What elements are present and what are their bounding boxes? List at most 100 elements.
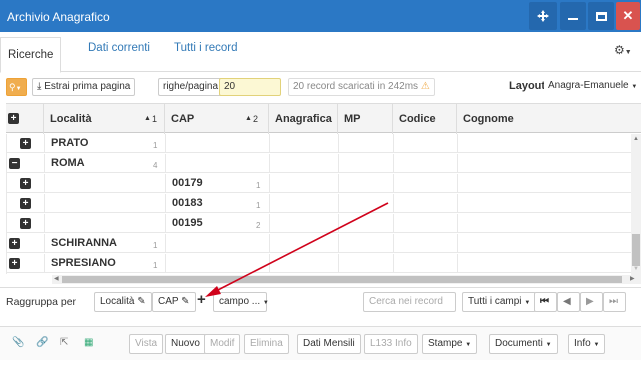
col-localita[interactable]: Località ▲ 1	[44, 104, 165, 134]
documenti-label: Documenti	[495, 338, 543, 349]
modif-button[interactable]: Modif	[204, 334, 241, 354]
download-icon: ⤓	[37, 81, 42, 92]
cell-empty	[339, 234, 394, 253]
l133-info-button[interactable]: L133 Info	[364, 334, 418, 354]
col-cap[interactable]: CAP ▲ 2	[165, 104, 269, 134]
stampe-menu[interactable]: Stampe ▼	[422, 334, 478, 354]
collapse-icon[interactable]: −	[9, 158, 20, 169]
groupby-bar: Raggruppa per Località ✎ CAP ✎ + campo .…	[0, 287, 641, 315]
cell-localita: SPRESIANO 1	[45, 254, 166, 273]
field-select-value: campo ...	[219, 296, 261, 307]
expand-icon[interactable]: +	[20, 198, 31, 209]
row-expand-cell[interactable]: +	[7, 254, 45, 273]
grid-body: + PRATO 1 − ROMA 4 +00179 1 +00183 1 +00195 2 + SCHIR…	[6, 134, 641, 274]
next-page-button[interactable]: ▶	[580, 292, 603, 312]
minimize-icon	[568, 18, 578, 20]
all-fields-select[interactable]: Tutti i campi ▼	[462, 292, 537, 312]
expand-all-header[interactable]: +	[6, 104, 44, 134]
record-search-input[interactable]: Cerca nei record	[363, 292, 456, 312]
row-expand-cell[interactable]: −	[7, 154, 45, 173]
rows-per-page-input[interactable]: 20	[219, 78, 281, 96]
info-menu[interactable]: Info ▼	[568, 334, 606, 354]
dati-mensili-button[interactable]: Dati Mensili	[297, 334, 361, 354]
cell-localita: PRATO 1	[45, 134, 166, 153]
cell-cap: 00183 1	[166, 194, 270, 213]
groupby-chip-cap[interactable]: CAP ✎	[152, 292, 196, 312]
expand-icon[interactable]: +	[9, 258, 20, 269]
group-count: 1	[153, 241, 158, 250]
extract-first-page-button[interactable]: ⤓ Estrai prima pagina	[32, 78, 136, 96]
cell-empty	[339, 134, 394, 153]
attach-button[interactable]: 📎	[12, 334, 30, 354]
elimina-button[interactable]: Elimina	[244, 334, 289, 354]
row-expand-cell[interactable]: +	[7, 234, 45, 253]
last-page-button[interactable]: ⏭	[603, 292, 626, 312]
vertical-scrollbar[interactable]: ▲ ▼	[631, 134, 641, 275]
link-button[interactable]: 🔗	[36, 334, 54, 354]
col-mp[interactable]: MP	[338, 104, 393, 134]
eraser-icon[interactable]: ✎	[137, 296, 145, 307]
col-cap-label: CAP	[171, 113, 195, 125]
col-cognome[interactable]: Cognome	[457, 104, 631, 134]
grid-header: + Località ▲ 1 CAP ▲ 2 Anagrafica MP Cod…	[6, 103, 641, 134]
table-row[interactable]: +00179 1	[7, 174, 632, 193]
cap-value: 00195	[172, 217, 203, 229]
expand-icon[interactable]: +	[20, 218, 31, 229]
cell-cap	[166, 234, 270, 253]
documenti-menu[interactable]: Documenti ▼	[489, 334, 558, 354]
minimize-button[interactable]	[560, 2, 586, 30]
scroll-up-icon: ▲	[633, 136, 639, 142]
prev-page-button[interactable]: ◀	[557, 292, 580, 312]
row-expand-cell[interactable]: +	[7, 194, 45, 213]
first-page-button[interactable]: ⏮	[534, 292, 557, 312]
export-icon: ⇱	[60, 337, 69, 348]
horizontal-scroll-thumb[interactable]	[62, 276, 622, 283]
caret-down-icon: ▼	[593, 342, 600, 348]
horizontal-scrollbar[interactable]: ◀ ▶	[52, 275, 641, 284]
cell-empty	[394, 154, 458, 173]
excel-button[interactable]: ▦	[84, 334, 102, 354]
expand-icon[interactable]: +	[20, 138, 31, 149]
cell-localita	[45, 214, 166, 233]
table-row[interactable]: + PRATO 1	[7, 134, 632, 153]
maximize-icon	[595, 11, 607, 21]
tab-tutti-i-record[interactable]: Tutti i record	[174, 42, 237, 54]
row-expand-cell[interactable]: +	[7, 214, 45, 233]
scroll-down-icon: ▼	[633, 266, 639, 272]
row-expand-cell[interactable]: +	[7, 134, 45, 153]
move-button[interactable]	[529, 2, 557, 30]
tab-ricerche[interactable]: Ricerche	[0, 37, 62, 73]
table-row[interactable]: + SPRESIANO 1	[7, 254, 632, 273]
layout-select[interactable]: Anagra-Emanuele ▼	[544, 78, 641, 96]
table-row[interactable]: +00183 1	[7, 194, 632, 213]
vertical-scroll-thumb[interactable]	[632, 234, 640, 266]
expand-icon[interactable]: +	[20, 178, 31, 189]
localita-value: SPRESIANO	[51, 257, 116, 269]
col-anagrafica[interactable]: Anagrafica	[269, 104, 338, 134]
table-row[interactable]: − ROMA 4	[7, 154, 632, 173]
group-count: 2	[256, 221, 261, 230]
table-row[interactable]: +00195 2	[7, 214, 632, 233]
cell-empty	[394, 214, 458, 233]
add-group-button[interactable]: +	[197, 291, 206, 308]
cell-empty	[270, 134, 339, 153]
cell-empty	[458, 174, 632, 193]
row-expand-cell[interactable]: +	[7, 174, 45, 193]
expand-icon[interactable]: +	[9, 238, 20, 249]
search-button[interactable]: ⚲▼	[6, 78, 27, 96]
chip-localita-label: Località	[100, 296, 135, 307]
close-button[interactable]: ✕	[616, 2, 640, 30]
settings-menu-button[interactable]: ⚙▼	[614, 43, 632, 57]
table-row[interactable]: + SCHIRANNA 1	[7, 234, 632, 253]
nuovo-button[interactable]: Nuovo	[165, 334, 206, 354]
scroll-left-icon: ◀	[54, 276, 59, 282]
export-button[interactable]: ⇱	[60, 334, 78, 354]
tab-dati-correnti[interactable]: Dati correnti	[88, 42, 150, 54]
vista-button[interactable]: Vista	[129, 334, 164, 354]
group-count: 1	[153, 141, 158, 150]
maximize-button[interactable]	[588, 2, 614, 30]
field-select[interactable]: campo ... ▼	[213, 292, 269, 312]
col-codice[interactable]: Codice	[393, 104, 457, 134]
eraser-icon[interactable]: ✎	[181, 296, 189, 307]
groupby-chip-localita[interactable]: Località ✎	[94, 292, 152, 312]
